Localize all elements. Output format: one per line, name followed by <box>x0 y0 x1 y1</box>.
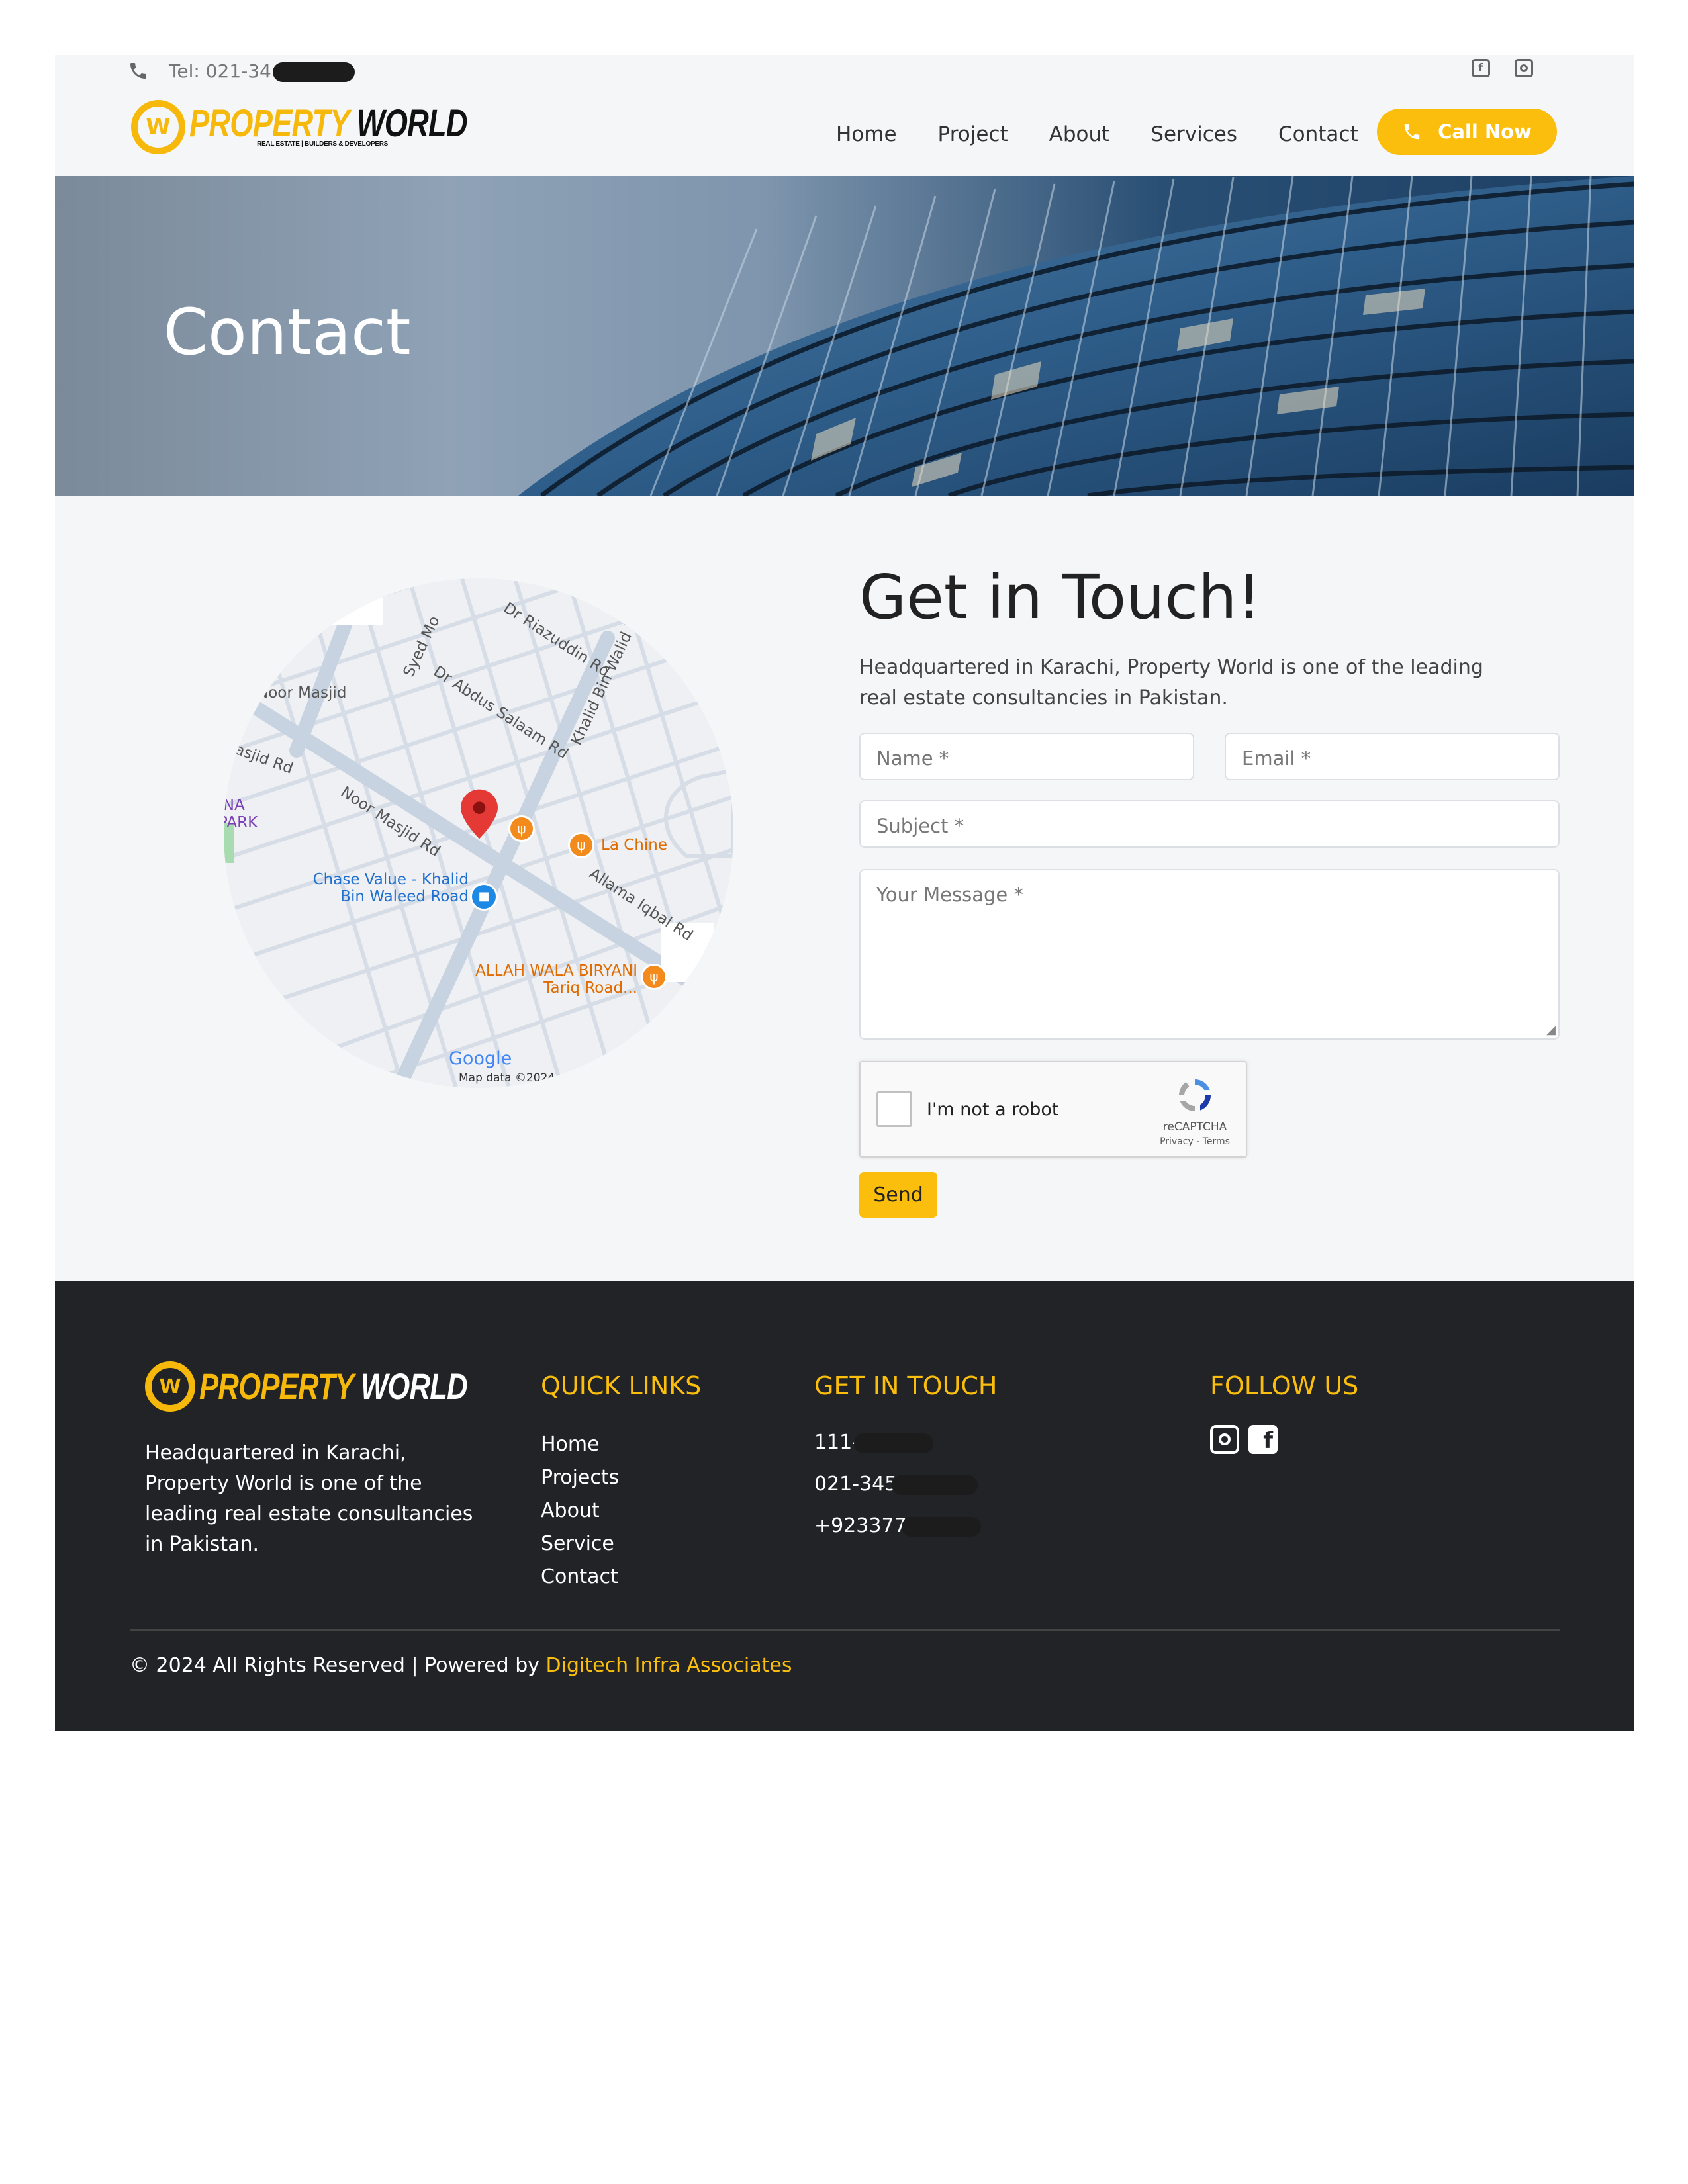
restaurant-icon: ψ <box>508 815 535 842</box>
phone-number: Tel: 021-34 <box>169 60 271 82</box>
map-label: ALLAH WALA BIRYANI Tariq Road... <box>475 962 637 997</box>
email-placeholder: Email * <box>1242 747 1311 770</box>
contact-section: ψ ψ ■ ψ Dr Riazuddin Rd Khalid Bin Walid… <box>55 496 1634 1281</box>
facebook-icon[interactable]: f <box>1248 1425 1278 1454</box>
shop-icon: ■ <box>470 883 498 911</box>
footer-link-about[interactable]: About <box>541 1494 619 1527</box>
subject-placeholder: Subject * <box>876 815 964 837</box>
instagram-icon[interactable] <box>1210 1425 1239 1454</box>
hero-banner: Contact <box>55 176 1634 496</box>
logo-word-property: PROPERTY <box>199 1365 353 1407</box>
map-label: Noor Masjid <box>257 684 347 702</box>
logo-mark-icon: W <box>145 1361 195 1412</box>
get-in-touch-heading: GET IN TOUCH <box>814 1371 998 1400</box>
contact-description: Headquartered in Karachi, Property World… <box>859 656 1483 709</box>
instagram-icon[interactable] <box>1515 59 1533 77</box>
logo[interactable]: W PROPERTY WORLD REAL ESTATE | BUILDERS … <box>131 100 545 154</box>
nav-about[interactable]: About <box>1049 122 1110 146</box>
message-placeholder: Your Message * <box>876 884 1023 906</box>
recaptcha-icon <box>1179 1079 1211 1111</box>
powered-by-link[interactable]: Digitech Infra Associates <box>546 1654 792 1677</box>
facebook-icon[interactable]: f <box>1472 59 1490 77</box>
phone-icon <box>1404 124 1420 140</box>
email-field[interactable]: Email * <box>1225 733 1560 780</box>
map-label: La Chine <box>601 837 667 854</box>
send-button[interactable]: Send <box>859 1172 937 1218</box>
contact-heading: Get in Touch! <box>859 562 1262 633</box>
logo-word-world: WORLD <box>360 1365 468 1407</box>
message-field[interactable]: Your Message * ◢ <box>859 869 1560 1040</box>
name-field[interactable]: Name * <box>859 733 1194 780</box>
map-pin-icon <box>461 789 498 839</box>
map-attribution: Map data ©2024 <box>459 1071 555 1085</box>
restaurant-icon: ψ <box>641 964 667 990</box>
footer-phone[interactable]: 111- <box>814 1431 859 1454</box>
redacted-mark <box>901 1516 981 1537</box>
call-now-button[interactable]: Call Now <box>1377 109 1557 155</box>
map-label: INA PARK <box>224 797 258 831</box>
call-now-label: Call Now <box>1438 120 1532 143</box>
page-title: Contact <box>164 295 411 369</box>
name-placeholder: Name * <box>876 747 949 770</box>
footer-logo[interactable]: W PROPERTY WORLD <box>145 1361 543 1412</box>
quick-links: Home Projects About Service Contact <box>541 1428 619 1594</box>
copyright-text: © 2024 All Rights Reserved | Powered by <box>130 1654 546 1677</box>
footer-phones: 111- 021-345 +923377 <box>814 1422 981 1547</box>
recaptcha-checkbox[interactable] <box>876 1091 912 1127</box>
google-logo: Google <box>449 1048 512 1069</box>
redacted-mark <box>854 1433 934 1453</box>
redacted-mark <box>892 1475 978 1495</box>
logo-word-property: PROPERTY <box>189 101 350 145</box>
location-map[interactable]: ψ ψ ■ ψ Dr Riazuddin Rd Khalid Bin Walid… <box>224 578 733 1088</box>
header: Tel: 021-34 f W PROPERTY WORLD REAL ESTA… <box>55 55 1634 176</box>
footer-link-service[interactable]: Service <box>541 1527 619 1561</box>
page: Tel: 021-34 f W PROPERTY WORLD REAL ESTA… <box>55 55 1634 1731</box>
subject-field[interactable]: Subject * <box>859 800 1560 848</box>
footer-link-projects[interactable]: Projects <box>541 1461 619 1494</box>
footer-divider <box>130 1629 1560 1631</box>
recaptcha-links[interactable]: Privacy - Terms <box>1152 1136 1238 1147</box>
follow-us-heading: FOLLOW US <box>1210 1371 1359 1400</box>
logo-word-world: WORLD <box>356 101 468 145</box>
footer-link-contact[interactable]: Contact <box>541 1561 619 1594</box>
recaptcha-brand: reCAPTCHA <box>1162 1120 1227 1134</box>
redacted-mark <box>272 62 355 82</box>
main-nav: Home Project About Services Contact <box>836 111 1358 158</box>
footer-description: Headquartered in Karachi, Property World… <box>145 1441 473 1556</box>
quick-links-heading: QUICK LINKS <box>541 1371 702 1400</box>
footer-phone[interactable]: +923377 <box>814 1514 907 1537</box>
nav-project[interactable]: Project <box>938 122 1008 146</box>
recaptcha-widget: I'm not a robot reCAPTCHA Privacy - Term… <box>859 1061 1247 1158</box>
recaptcha-label: I'm not a robot <box>927 1099 1059 1120</box>
copyright: © 2024 All Rights Reserved | Powered by … <box>130 1654 792 1677</box>
footer: W PROPERTY WORLD Headquartered in Karach… <box>55 1281 1634 1731</box>
nav-services[interactable]: Services <box>1150 122 1237 146</box>
restaurant-icon: ψ <box>568 832 594 858</box>
map-label: Chase Value - Khalid Bin Waleed Road <box>312 871 469 905</box>
resize-handle-icon[interactable]: ◢ <box>1546 1023 1556 1037</box>
nav-contact[interactable]: Contact <box>1278 122 1358 146</box>
top-contact: Tel: 021-34 <box>128 59 355 83</box>
phone-icon <box>130 63 146 79</box>
logo-mark-icon: W <box>131 100 185 154</box>
footer-link-home[interactable]: Home <box>541 1428 619 1461</box>
footer-phone[interactable]: 021-345 <box>814 1473 897 1496</box>
nav-home[interactable]: Home <box>836 122 897 146</box>
